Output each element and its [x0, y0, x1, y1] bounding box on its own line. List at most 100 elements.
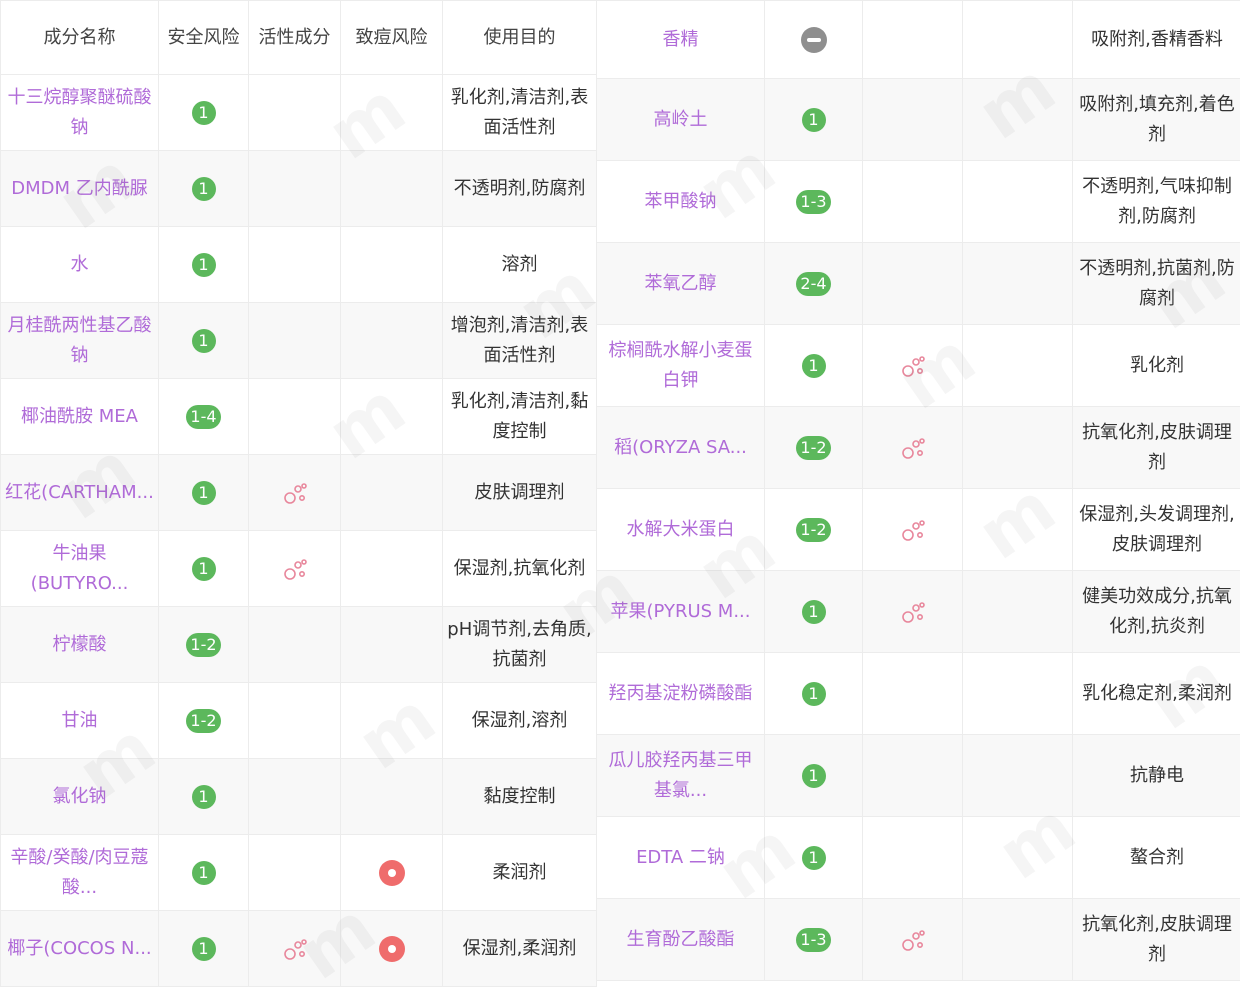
- safety-risk-cell: 1: [159, 455, 249, 531]
- active-ingredient-icon: [900, 435, 926, 461]
- usage-purpose: 保湿剂,抗氧化剂: [443, 531, 597, 607]
- ingredient-row[interactable]: 椰子(COCOS N...1 保湿剂,柔润剂: [1, 911, 597, 987]
- ingredient-name[interactable]: 十三烷醇聚醚硫酸钠: [1, 75, 159, 151]
- ingredient-row[interactable]: 辛酸/癸酸/肉豆蔻酸...1柔润剂: [1, 835, 597, 911]
- safety-score-badge: 1: [192, 253, 216, 277]
- active-ingredient-cell: [863, 243, 963, 325]
- ingredient-name[interactable]: 椰子(COCOS N...: [1, 911, 159, 987]
- active-ingredient-cell: [863, 653, 963, 735]
- acne-risk-icon: [379, 860, 405, 886]
- ingredient-row[interactable]: 高岭土1 吸附剂,填充剂,着色剂: [597, 79, 1240, 161]
- ingredient-name[interactable]: 苯甲酸钠: [597, 161, 765, 243]
- ingredient-name[interactable]: 氯化钠: [1, 759, 159, 835]
- ingredient-row[interactable]: 十三烷醇聚醚硫酸钠1乳化剂,清洁剂,表面活性剂: [1, 75, 597, 151]
- ingredient-name[interactable]: 甘油: [1, 683, 159, 759]
- ingredient-name[interactable]: DMDM 乙内酰脲: [1, 151, 159, 227]
- active-ingredient-icon: [900, 927, 926, 953]
- ingredient-name[interactable]: 瓜儿胶羟丙基三甲基氯...: [597, 735, 765, 817]
- ingredient-row[interactable]: 苹果(PYRUS M...1健美功效成分,抗氧化剂,抗炎剂: [597, 571, 1240, 653]
- ingredient-name[interactable]: 香精: [597, 1, 765, 79]
- usage-purpose: 乳化剂,清洁剂,黏度控制: [443, 379, 597, 455]
- acne-risk-cell: [963, 735, 1073, 817]
- ingredient-name[interactable]: 水: [1, 227, 159, 303]
- header-acne: 致痘风险: [341, 1, 443, 75]
- ingredient-row[interactable]: 红花(CARTHAM...1皮肤调理剂: [1, 455, 597, 531]
- active-ingredient-cell: [863, 899, 963, 981]
- acne-risk-cell: [341, 75, 443, 151]
- active-ingredient-cell: [863, 735, 963, 817]
- active-ingredient-icon: [282, 556, 308, 582]
- ingredient-name[interactable]: 辛酸/癸酸/肉豆蔻酸...: [1, 835, 159, 911]
- ingredient-row[interactable]: 苯氧乙醇 2-4 不透明剂,抗菌剂,防腐剂: [597, 243, 1240, 325]
- ingredient-name[interactable]: 高岭土: [597, 79, 765, 161]
- ingredient-name[interactable]: 苹果(PYRUS M...: [597, 571, 765, 653]
- ingredient-row[interactable]: 椰油酰胺 MEA 1-4 乳化剂,清洁剂,黏度控制: [1, 379, 597, 455]
- ingredient-row[interactable]: 生育酚乙酸酯1-3 抗氧化剂,皮肤调理剂: [597, 899, 1240, 981]
- safety-risk-cell: 1: [765, 325, 863, 407]
- active-ingredient-icon: [900, 517, 926, 543]
- ingredient-row[interactable]: EDTA 二钠1螯合剂: [597, 817, 1240, 899]
- ingredient-row[interactable]: 月桂酰两性基乙酸钠1增泡剂,清洁剂,表面活性剂: [1, 303, 597, 379]
- usage-purpose: 不透明剂,气味抑制剂,防腐剂: [1073, 161, 1240, 243]
- safety-score-badge: 1: [802, 764, 826, 788]
- active-ingredient-cell: [249, 379, 341, 455]
- safety-risk-cell: 1-3: [765, 899, 863, 981]
- ingredient-row[interactable]: 水 1 溶剂: [1, 227, 597, 303]
- safety-score-badge: 1-3: [796, 190, 830, 214]
- usage-purpose: 吸附剂,填充剂,着色剂: [1073, 79, 1240, 161]
- ingredient-row[interactable]: 苯甲酸钠 1-3 不透明剂,气味抑制剂,防腐剂: [597, 161, 1240, 243]
- ingredient-name[interactable]: 月桂酰两性基乙酸钠: [1, 303, 159, 379]
- ingredient-name[interactable]: EDTA 二钠: [597, 817, 765, 899]
- ingredient-row[interactable]: 棕榈酰水解小麦蛋白钾1乳化剂: [597, 325, 1240, 407]
- safety-risk-cell: 1: [159, 911, 249, 987]
- safety-risk-cell: 1: [765, 79, 863, 161]
- active-ingredient-cell: [249, 759, 341, 835]
- safety-score-badge: 1-2: [186, 709, 220, 733]
- usage-purpose: 溶剂: [443, 227, 597, 303]
- ingredient-name[interactable]: 牛油果(BUTYRO...: [1, 531, 159, 607]
- ingredient-row[interactable]: 瓜儿胶羟丙基三甲基氯...1抗静电: [597, 735, 1240, 817]
- ingredient-name[interactable]: 羟丙基淀粉磷酸酯: [597, 653, 765, 735]
- ingredient-name[interactable]: 稻(ORYZA SA...: [597, 407, 765, 489]
- usage-purpose: 抗氧化剂,皮肤调理剂: [1073, 899, 1240, 981]
- ingredient-row[interactable]: DMDM 乙内酰脲1不透明剂,防腐剂: [1, 151, 597, 227]
- ingredient-name[interactable]: 椰油酰胺 MEA: [1, 379, 159, 455]
- acne-risk-cell: [341, 835, 443, 911]
- safety-score-badge: 1: [192, 329, 216, 353]
- usage-purpose: 保湿剂,柔润剂: [443, 911, 597, 987]
- ingredient-row[interactable]: 甘油1-2保湿剂,溶剂: [1, 683, 597, 759]
- acne-risk-cell: [341, 531, 443, 607]
- safety-score-badge: 1: [192, 557, 216, 581]
- active-ingredient-cell: [249, 75, 341, 151]
- active-ingredient-cell: [249, 835, 341, 911]
- ingredient-row[interactable]: 稻(ORYZA SA...1-2抗氧化剂,皮肤调理剂: [597, 407, 1240, 489]
- ingredient-name[interactable]: 生育酚乙酸酯: [597, 899, 765, 981]
- ingredient-name[interactable]: 苯氧乙醇: [597, 243, 765, 325]
- ingredient-name[interactable]: 红花(CARTHAM...: [1, 455, 159, 531]
- safety-risk-cell: [765, 1, 863, 79]
- safety-score-badge: 1: [192, 861, 216, 885]
- ingredient-row[interactable]: 氯化钠1黏度控制: [1, 759, 597, 835]
- acne-risk-cell: [963, 571, 1073, 653]
- safety-score-badge: 2-4: [796, 272, 830, 296]
- safety-score-badge: 1: [802, 682, 826, 706]
- safety-score-badge: 1-2: [796, 436, 830, 460]
- active-ingredient-cell: [249, 151, 341, 227]
- ingredient-name[interactable]: 棕榈酰水解小麦蛋白钾: [597, 325, 765, 407]
- safety-score-badge: 1-4: [186, 405, 220, 429]
- ingredient-row[interactable]: 香精吸附剂,香精香料: [597, 1, 1240, 79]
- usage-purpose: 乳化剂,清洁剂,表面活性剂: [443, 75, 597, 151]
- safety-risk-cell: 1: [765, 653, 863, 735]
- safety-score-badge: 1: [192, 481, 216, 505]
- ingredient-row[interactable]: 牛油果(BUTYRO... 1 保湿剂,抗氧化剂: [1, 531, 597, 607]
- safety-score-badge: 1: [802, 600, 826, 624]
- ingredient-name[interactable]: 水解大米蛋白: [597, 489, 765, 571]
- header-purpose: 使用目的: [443, 1, 597, 75]
- usage-purpose: 不透明剂,抗菌剂,防腐剂: [1073, 243, 1240, 325]
- ingredient-row[interactable]: 水解大米蛋白1-2保湿剂,头发调理剂,皮肤调理剂: [597, 489, 1240, 571]
- ingredient-name[interactable]: 柠檬酸: [1, 607, 159, 683]
- acne-risk-cell: [963, 407, 1073, 489]
- ingredient-row[interactable]: 羟丙基淀粉磷酸酯1乳化稳定剂,柔润剂: [597, 653, 1240, 735]
- usage-purpose: 不透明剂,防腐剂: [443, 151, 597, 227]
- ingredient-row[interactable]: 柠檬酸1-2pH调节剂,去角质,抗菌剂: [1, 607, 597, 683]
